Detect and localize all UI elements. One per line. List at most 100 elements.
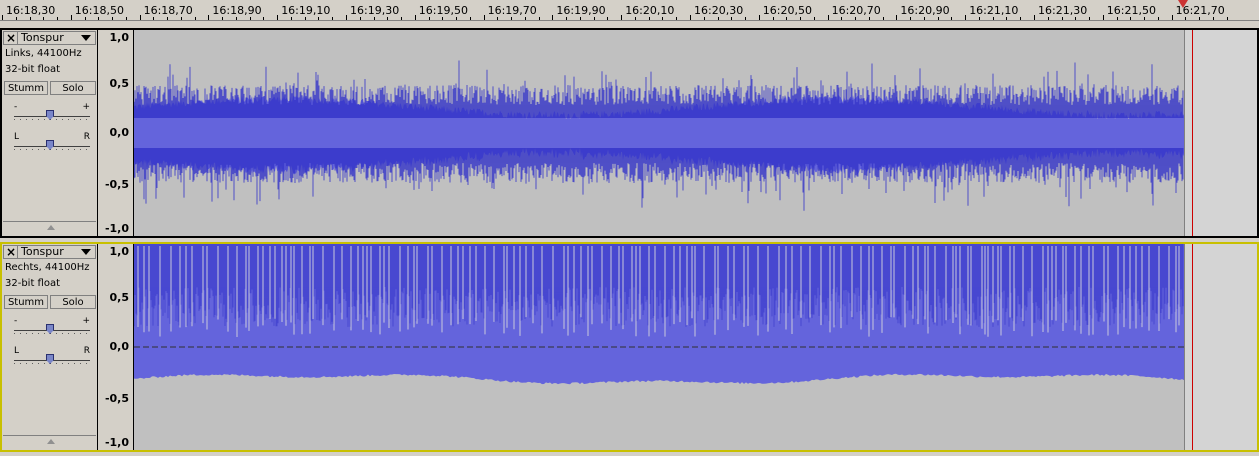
timeline-minor-tick <box>15 17 17 20</box>
timeline-minor-tick <box>1075 17 1077 20</box>
waveform-area[interactable] <box>134 244 1184 450</box>
timeline-minor-tick <box>1144 17 1146 20</box>
collapse-bar[interactable] <box>3 435 96 448</box>
timeline-minor-tick <box>359 17 361 20</box>
scale-label: 1,0 <box>109 31 130 44</box>
timeline-minor-tick <box>290 17 292 20</box>
pan-left-label: L <box>14 132 20 142</box>
amplitude-scale: 1,0 0,5 0,0 -0,5 -1,0 <box>98 30 134 236</box>
audio-track-left[interactable]: × Tonspur Links, 44100Hz 32-bit float St… <box>0 28 1259 238</box>
timeline-minor-tick <box>222 17 224 20</box>
gain-slider[interactable]: - + <box>12 102 92 122</box>
timeline-minor-tick <box>951 17 953 20</box>
pan-right-label: R <box>83 132 90 142</box>
pan-right-label: R <box>83 346 90 356</box>
timeline-minor-tick <box>57 17 59 20</box>
timeline-minor-tick <box>593 17 595 20</box>
dropdown-arrow-icon[interactable] <box>81 35 91 41</box>
timeline-minor-tick <box>772 17 774 20</box>
track-control-panel: × Tonspur Links, 44100Hz 32-bit float St… <box>2 30 98 236</box>
pan-slider[interactable]: L R <box>12 132 92 152</box>
timeline-tick-label: 16:18,70 <box>143 4 193 17</box>
timeline-tick-label: 16:21,30 <box>1038 4 1088 17</box>
timeline-ruler[interactable]: 16:18,30 16:18,50 16:18,70 16:18,90 16:19,10… <box>0 0 1259 21</box>
timeline-minor-tick <box>1061 17 1063 20</box>
timeline-minor-tick <box>800 17 802 20</box>
scale-label: 0,0 <box>109 340 130 353</box>
mute-button[interactable]: Stumm <box>4 81 48 95</box>
waveform-area[interactable] <box>134 30 1184 236</box>
timeline-tick <box>758 15 760 20</box>
gain-minus-label: - <box>14 102 18 112</box>
timeline-minor-tick <box>1185 17 1187 20</box>
waveform[interactable] <box>134 30 1184 236</box>
timeline-minor-tick <box>167 17 169 20</box>
mute-button[interactable]: Stumm <box>4 295 48 309</box>
track-title-bar[interactable]: × Tonspur <box>3 31 96 45</box>
timeline-minor-tick <box>125 17 127 20</box>
scale-label: -0,5 <box>104 178 129 191</box>
timeline-minor-tick <box>318 17 320 20</box>
timeline-tick-label: 16:21,70 <box>1175 4 1225 17</box>
timeline-minor-tick <box>524 17 526 20</box>
pan-left-label: L <box>14 346 20 356</box>
timeline-minor-tick <box>1047 17 1049 20</box>
timeline-tick <box>277 15 279 20</box>
collapse-arrow-icon[interactable] <box>47 225 55 230</box>
timeline-minor-tick <box>978 17 980 20</box>
timeline-minor-tick <box>923 17 925 20</box>
empty-region[interactable] <box>1184 244 1257 450</box>
timeline-tick <box>896 15 898 20</box>
timeline-tick <box>208 15 210 20</box>
timeline-minor-tick <box>43 17 45 20</box>
timeline-minor-tick <box>703 17 705 20</box>
timeline-minor-tick <box>1006 17 1008 20</box>
scale-label: 0,0 <box>109 126 130 139</box>
pan-slider[interactable]: L R <box>12 346 92 366</box>
timeline-minor-tick <box>648 17 650 20</box>
timeline-minor-tick <box>566 17 568 20</box>
timeline-minor-tick <box>731 17 733 20</box>
timeline-tick-label: 16:20,30 <box>694 4 744 17</box>
timeline-minor-tick <box>194 17 196 20</box>
timeline-minor-tick <box>937 17 939 20</box>
timeline-tick-label: 16:20,50 <box>762 4 812 17</box>
timeline-minor-tick <box>180 17 182 20</box>
timeline-minor-tick <box>717 17 719 20</box>
timeline-tick <box>621 15 623 20</box>
timeline-minor-tick <box>332 17 334 20</box>
timeline-minor-tick <box>841 17 843 20</box>
timeline-minor-tick <box>153 17 155 20</box>
dropdown-arrow-icon[interactable] <box>81 249 91 255</box>
track-title-bar[interactable]: × Tonspur <box>3 245 96 259</box>
cursor-line <box>1192 30 1193 236</box>
timeline-minor-tick <box>263 17 265 20</box>
timeline-minor-tick <box>235 17 237 20</box>
timeline-minor-tick <box>579 17 581 20</box>
collapse-arrow-icon[interactable] <box>47 439 55 444</box>
solo-button[interactable]: Solo <box>50 295 96 309</box>
timeline-minor-tick <box>1157 17 1159 20</box>
track-name[interactable]: Tonspur <box>21 246 64 258</box>
track-name[interactable]: Tonspur <box>21 32 64 44</box>
timeline-minor-tick <box>442 17 444 20</box>
empty-region[interactable] <box>1184 30 1257 236</box>
timeline-tick <box>1171 15 1173 20</box>
track-control-panel: × Tonspur Rechts, 44100Hz 32-bit float S… <box>2 244 98 450</box>
gain-plus-label: + <box>82 316 90 326</box>
audio-track-right[interactable]: × Tonspur Rechts, 44100Hz 32-bit float S… <box>0 242 1259 452</box>
timeline-minor-tick <box>1226 17 1228 20</box>
collapse-bar[interactable] <box>3 221 96 234</box>
timeline-tick-label: 16:18,90 <box>212 4 262 17</box>
timeline-minor-tick <box>662 17 664 20</box>
solo-button[interactable]: Solo <box>50 81 96 95</box>
waveform[interactable] <box>134 244 1184 450</box>
channel-info: Rechts, 44100Hz <box>5 262 90 273</box>
close-icon[interactable]: × <box>5 32 18 44</box>
timeline-tick <box>139 15 141 20</box>
timeline-minor-tick <box>401 17 403 20</box>
close-icon[interactable]: × <box>5 246 18 258</box>
timeline-minor-tick <box>249 17 251 20</box>
timeline-minor-tick <box>112 17 114 20</box>
gain-slider[interactable]: - + <box>12 316 92 336</box>
